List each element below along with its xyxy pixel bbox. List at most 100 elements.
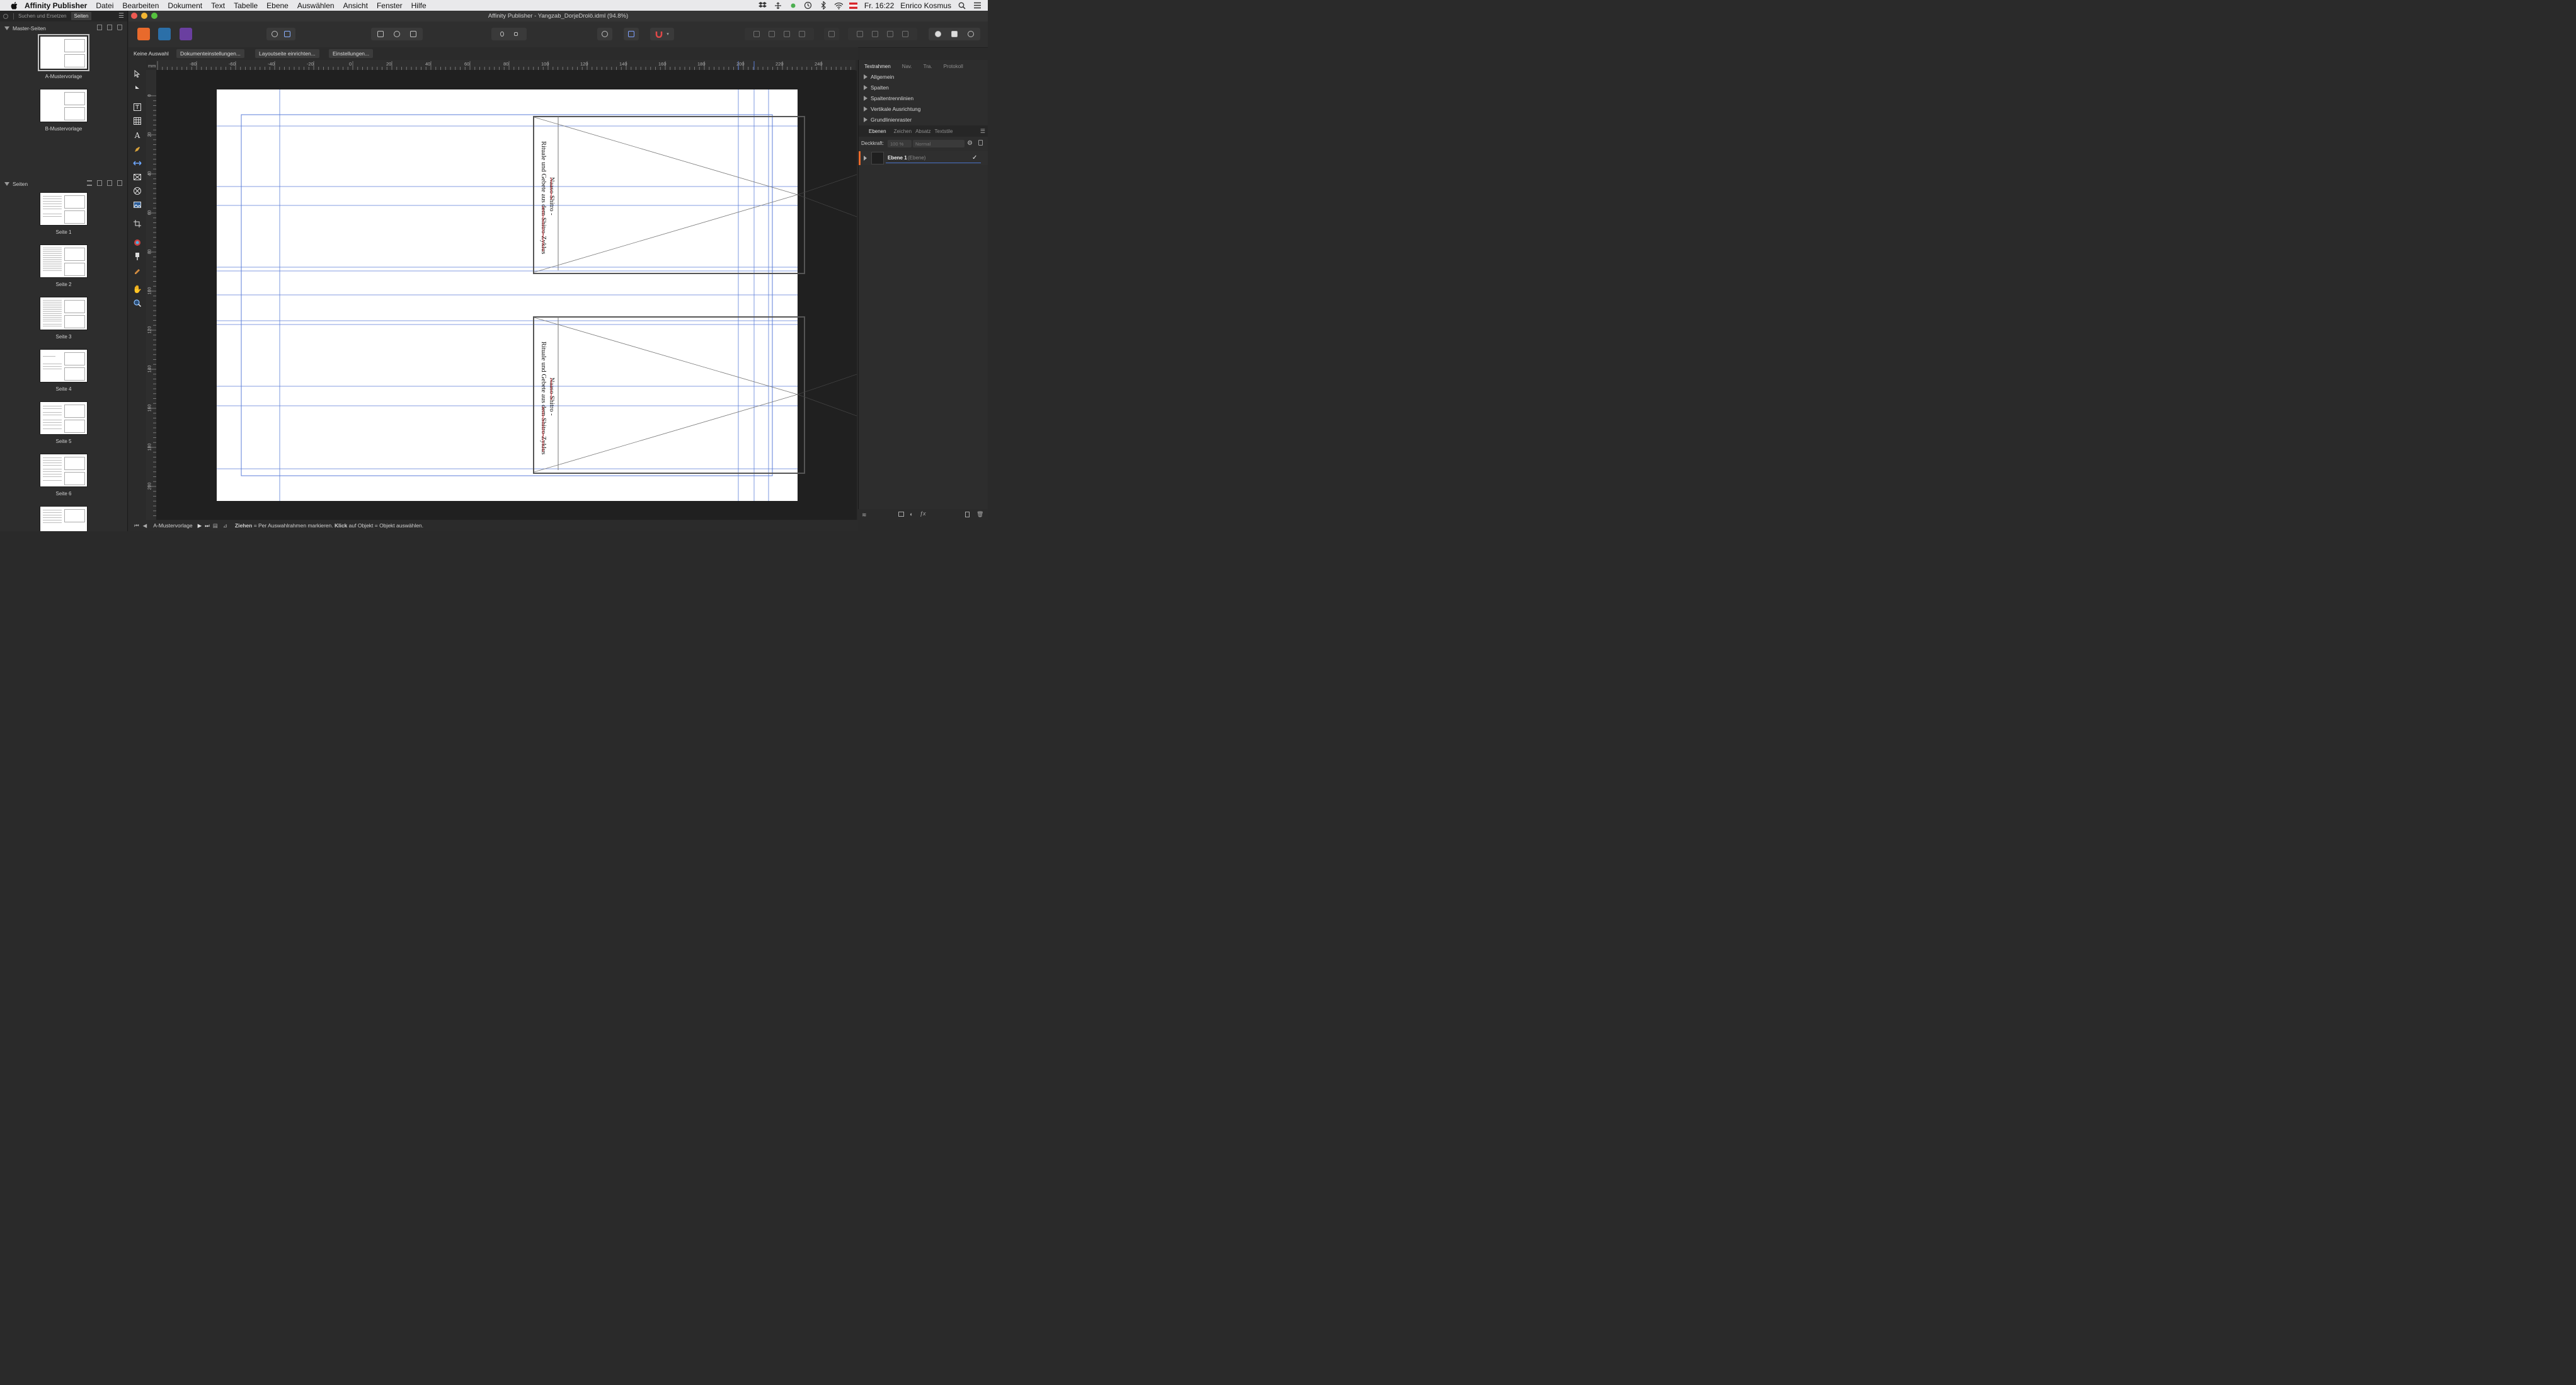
align-button[interactable] <box>824 28 839 40</box>
delete-page-icon[interactable] <box>117 180 122 186</box>
menu-datei[interactable]: Datei <box>96 1 113 10</box>
menu-app-name[interactable]: Affinity Publisher <box>25 1 87 10</box>
tab-protokoll[interactable]: Protokoll <box>938 64 969 69</box>
snapping-group[interactable] <box>491 28 527 40</box>
vector-crop-tool-icon[interactable] <box>133 219 142 228</box>
color-picker-tool-icon[interactable] <box>133 266 142 275</box>
panel-menu-icon[interactable]: ☰ <box>118 13 124 20</box>
tab-nav[interactable]: Nav. <box>896 64 918 69</box>
collapse-triangle-icon[interactable] <box>4 181 9 186</box>
baseline-grid-button[interactable] <box>624 28 639 40</box>
clock[interactable]: Fr. 16:22 <box>864 1 894 10</box>
adjustment-icon[interactable]: ◐ <box>910 511 913 517</box>
table-tool-icon[interactable] <box>133 117 142 125</box>
arrows-icon[interactable] <box>774 1 782 9</box>
page-thumbnail-3[interactable] <box>40 297 88 330</box>
last-page-icon[interactable]: ⏭ <box>205 522 210 529</box>
menu-ansicht[interactable]: Ansicht <box>343 1 368 10</box>
designer-persona-icon[interactable] <box>158 28 171 40</box>
zoom-window-button[interactable] <box>151 13 157 19</box>
menu-fenster[interactable]: Fenster <box>377 1 403 10</box>
delete-master-icon[interactable] <box>117 25 122 30</box>
document-canvas[interactable]: Rituale und Gebete aus dem Shitro-Zyklus… <box>156 71 857 520</box>
current-page-name[interactable]: A-Mustervorlage <box>153 522 192 529</box>
photo-persona-icon[interactable] <box>180 28 192 40</box>
spotlight-search-icon[interactable] <box>958 1 966 9</box>
collapse-triangle-icon[interactable] <box>4 26 9 30</box>
add-master-icon[interactable] <box>97 25 102 30</box>
transparency-tool-icon[interactable] <box>133 252 142 261</box>
page-options-icon[interactable] <box>87 180 92 186</box>
zoom-tool-icon[interactable] <box>133 299 142 307</box>
opacity-field[interactable]: 100 % <box>888 140 912 147</box>
page-thumbnail-2[interactable] <box>40 244 88 278</box>
gear-icon[interactable]: ⚙ <box>967 140 973 147</box>
expand-layer-icon[interactable] <box>864 156 867 161</box>
dropbox-icon[interactable] <box>758 1 767 9</box>
menu-auswaehlen[interactable]: Auswählen <box>297 1 335 10</box>
lock-icon[interactable] <box>978 140 983 146</box>
trash-icon[interactable]: 🗑 <box>976 511 983 518</box>
move-tool-icon[interactable] <box>133 69 142 78</box>
first-page-icon[interactable]: ⏮ <box>134 522 139 529</box>
pencil-tool-icon[interactable] <box>133 159 142 168</box>
tab-seiten[interactable]: Seiten <box>71 12 92 20</box>
picture-frame-ellipse-icon[interactable] <box>133 187 142 195</box>
visibility-checkmark-icon[interactable]: ✓ <box>972 154 977 161</box>
section-allgemein[interactable]: Allgemein <box>864 74 894 80</box>
panel-menu-icon[interactable]: ☰ <box>980 128 985 135</box>
blend-mode-select[interactable]: Normal <box>913 140 965 147</box>
arrange-group[interactable] <box>745 28 814 40</box>
view-tool-hand-icon[interactable]: ✋ <box>133 285 142 294</box>
page-thumbnail-1[interactable] <box>40 192 88 226</box>
tab-textrahmen[interactable]: Textrahmen <box>859 64 896 69</box>
artistic-text-tool-icon[interactable]: A <box>133 131 142 140</box>
bluetooth-icon[interactable] <box>819 1 828 9</box>
duplicate-page-icon[interactable] <box>107 180 112 186</box>
apple-icon[interactable] <box>10 1 19 10</box>
section-grundlinienraster[interactable]: Grundlinienraster <box>864 117 912 123</box>
tab-absatz[interactable]: Absatz <box>913 129 932 134</box>
close-panel-icon[interactable] <box>3 13 8 19</box>
layout-page-setup-button[interactable]: Layoutseite einrichten... <box>255 49 319 58</box>
page-thumbnail-7[interactable] <box>40 506 88 531</box>
section-vertikale-ausrichtung[interactable]: Vertikale Ausrichtung <box>864 106 920 112</box>
user-name[interactable]: Enrico Kosmus <box>900 1 951 10</box>
view-mode-group[interactable] <box>371 28 423 40</box>
fx-icon[interactable]: ƒx <box>920 510 926 517</box>
layer-row-ebene-1[interactable]: Ebene 1 (Ebene) ✓ <box>859 151 988 165</box>
vertical-ruler[interactable]: 0 20 40 60 80 100 120 140 160 180 200 <box>146 70 157 520</box>
duplicate-master-icon[interactable] <box>107 25 112 30</box>
menu-ebene[interactable]: Ebene <box>266 1 289 10</box>
add-layer-icon[interactable] <box>965 512 970 517</box>
mask-icon[interactable] <box>898 512 904 517</box>
preview-toggle-button[interactable] <box>597 28 612 40</box>
time-machine-icon[interactable] <box>804 1 813 9</box>
place-image-tool-icon[interactable] <box>133 200 142 209</box>
layers-stack-icon[interactable]: ≋ <box>862 512 867 519</box>
picture-frame-rectangle-icon[interactable] <box>133 173 142 181</box>
menu-tabelle[interactable]: Tabelle <box>234 1 258 10</box>
tab-ebenen[interactable]: Ebenen <box>859 129 892 134</box>
next-page-icon[interactable]: ▶ <box>198 522 202 529</box>
settings-button[interactable]: Einstellungen... <box>329 49 374 58</box>
preflight-button[interactable] <box>266 28 295 40</box>
horizontal-ruler[interactable]: -80 -60 -40 -20 0 20 40 60 80 100 120 14… <box>156 60 856 71</box>
minimize-window-button[interactable] <box>141 13 147 19</box>
masters-section-header[interactable]: Master-Seiten <box>0 23 127 33</box>
publisher-persona-icon[interactable] <box>137 28 150 40</box>
boolean-group[interactable] <box>929 28 980 40</box>
section-spalten[interactable]: Spalten <box>864 84 889 91</box>
menu-text[interactable]: Text <box>211 1 225 10</box>
page-thumbnail-4[interactable] <box>40 349 88 382</box>
tab-textstile[interactable]: Textstile <box>933 129 955 134</box>
tab-zeichen[interactable]: Zeichen <box>892 129 913 134</box>
document-setup-button[interactable]: Dokumenteinstellungen... <box>176 49 244 58</box>
menu-hilfe[interactable]: Hilfe <box>411 1 426 10</box>
add-page-icon[interactable] <box>97 180 102 186</box>
close-window-button[interactable] <box>131 13 137 19</box>
section-spaltentrennlinien[interactable]: Spaltentrennlinien <box>864 95 913 101</box>
page-thumbnail-6[interactable] <box>40 454 88 487</box>
pages-section-header[interactable]: Seiten <box>0 179 127 188</box>
page-thumbnail-5[interactable] <box>40 401 88 435</box>
